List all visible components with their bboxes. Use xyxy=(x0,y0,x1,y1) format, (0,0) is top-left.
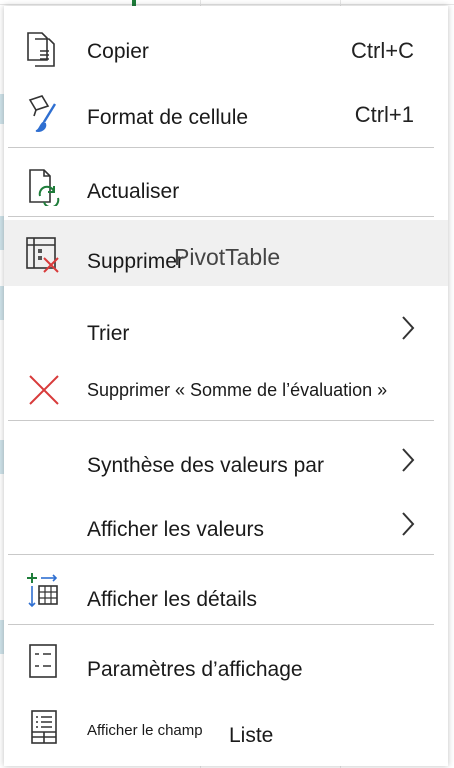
paint-brush-icon xyxy=(24,94,64,134)
menu-item-refresh[interactable]: Actualiser xyxy=(4,156,448,216)
menu-item-remove-field[interactable]: Supprimer « Somme de l’évaluation » xyxy=(4,362,448,418)
menu-item-label: Supprimer xyxy=(87,250,184,273)
chevron-right-icon xyxy=(398,446,418,474)
separator xyxy=(8,554,434,555)
menu-item-label: Afficher les détails xyxy=(87,588,258,611)
menu-item-label: Trier xyxy=(87,322,130,345)
shortcut-text: Ctrl+C xyxy=(351,38,414,63)
menu-item-label: Afficher le champ xyxy=(87,722,203,739)
menu-item-label: Afficher les valeurs xyxy=(87,518,265,541)
menu-item-label: Paramètres d’affichage xyxy=(87,658,303,681)
expand-details-icon xyxy=(24,572,64,612)
menu-item-label: Format de cellule xyxy=(87,106,249,129)
menu-item-label: Supprimer « Somme de l’évaluation » xyxy=(87,380,388,400)
menu-item-field-list[interactable]: Afficher le champ Liste xyxy=(4,696,448,762)
menu-item-sort[interactable]: Trier xyxy=(4,294,448,358)
menu-item-show-values-as[interactable]: Afficher les valeurs xyxy=(4,496,448,554)
shortcut-text: Ctrl+1 xyxy=(354,102,414,127)
context-menu: Copier Ctrl+C Format de cellule Ctrl+1 A… xyxy=(4,6,448,766)
field-list-icon xyxy=(24,708,64,748)
chevron-right-icon xyxy=(398,314,418,342)
menu-item-delete-pivottable[interactable]: Supprimer PivotTable xyxy=(4,220,448,286)
menu-item-label-overlay: PivotTable xyxy=(174,244,281,270)
chevron-right-icon xyxy=(398,510,418,538)
menu-item-show-details[interactable]: Afficher les détails xyxy=(4,560,448,624)
menu-item-summarize-values[interactable]: Synthèse des valeurs par xyxy=(4,430,448,494)
separator xyxy=(8,624,434,625)
menu-item-label: Synthèse des valeurs par xyxy=(87,454,324,477)
separator xyxy=(8,216,434,217)
separator xyxy=(8,420,434,421)
menu-item-label: Actualiser xyxy=(87,180,180,203)
menu-item-label: Copier xyxy=(87,40,149,63)
menu-item-display-settings[interactable]: Paramètres d’affichage xyxy=(4,630,448,696)
settings-list-icon xyxy=(24,642,64,682)
menu-item-copy[interactable]: Copier Ctrl+C xyxy=(4,26,448,82)
copy-icon xyxy=(24,30,64,70)
refresh-icon xyxy=(24,166,64,209)
menu-item-format-cells[interactable]: Format de cellule Ctrl+1 xyxy=(4,88,448,146)
close-icon xyxy=(24,370,64,410)
delete-table-icon xyxy=(24,234,64,274)
menu-item-label-overlay: Liste xyxy=(229,724,274,747)
separator xyxy=(8,147,434,148)
